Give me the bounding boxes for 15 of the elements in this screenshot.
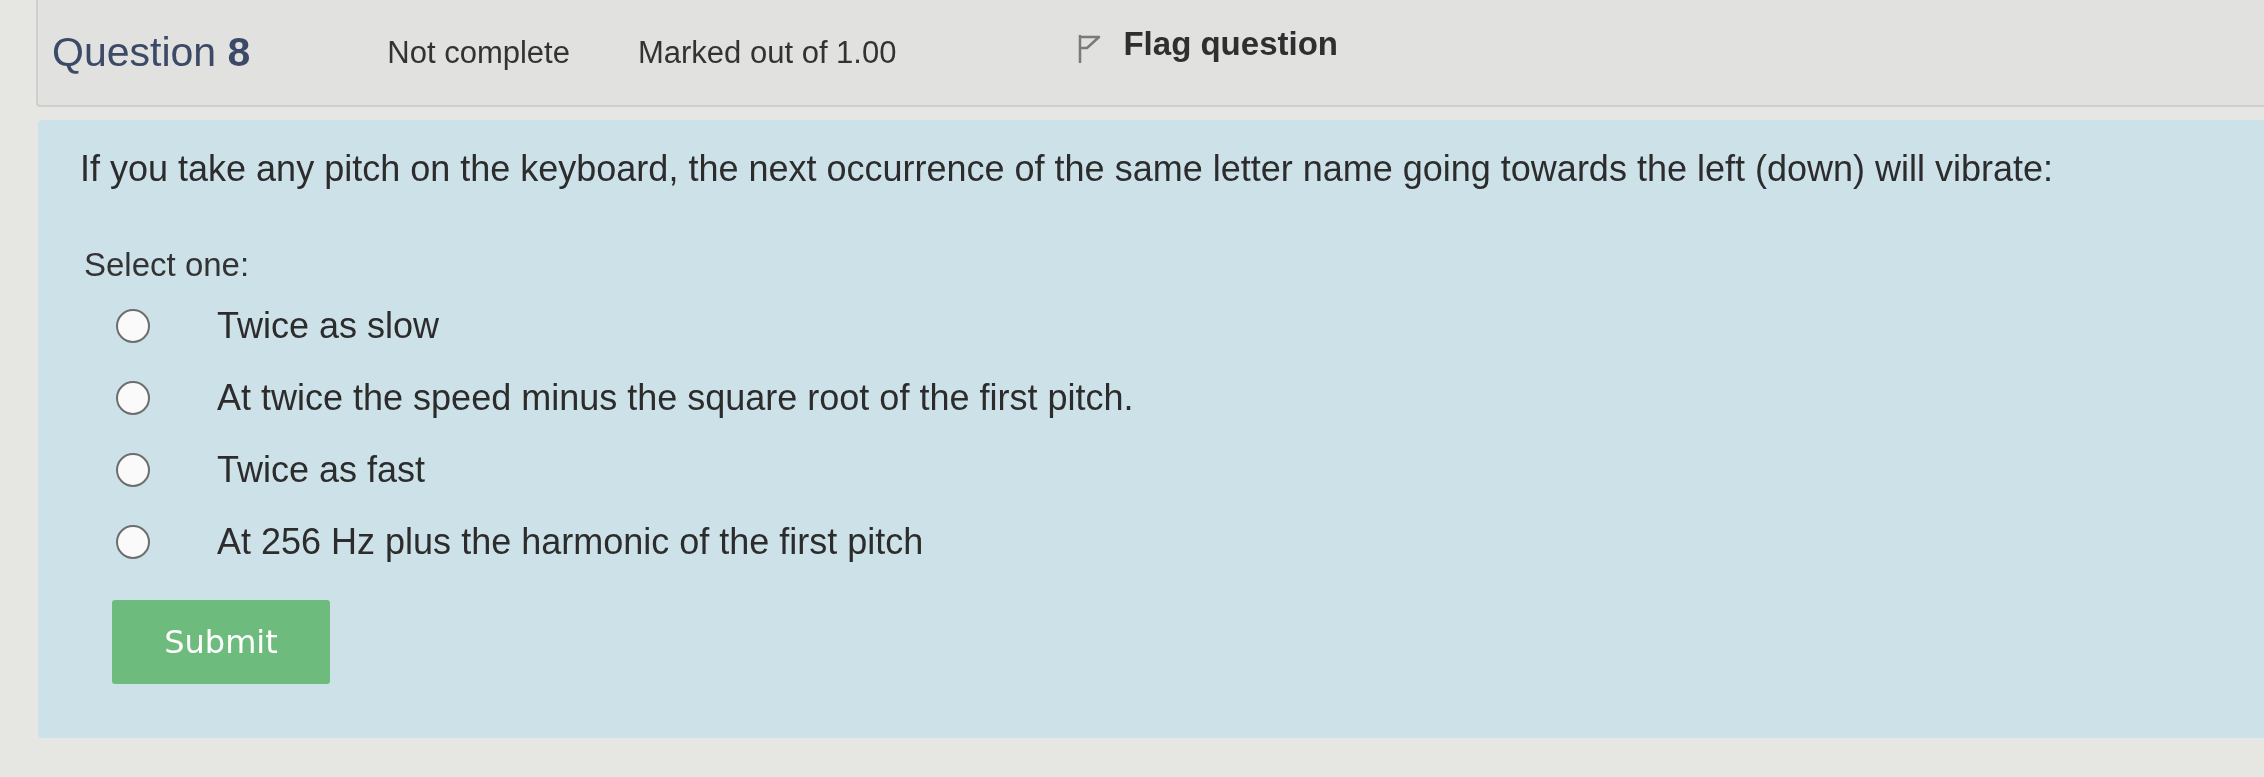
flag-icon[interactable]: [1077, 33, 1102, 64]
flag-question-link[interactable]: Flag question: [1123, 24, 1338, 63]
radio-button[interactable]: [116, 453, 150, 487]
option-label[interactable]: Twice as slow: [217, 305, 440, 347]
option-label[interactable]: At 256 Hz plus the harmonic of the first pitch: [217, 521, 924, 563]
question-text: If you take any pitch on the keyboard, the next occurrence of the same letter name going towards the left (down) will vibrate:: [80, 148, 2055, 190]
option-label[interactable]: Twice as fast: [217, 449, 426, 491]
radio-button[interactable]: [116, 309, 150, 343]
question-status: Not complete: [387, 34, 570, 71]
radio-button[interactable]: [116, 381, 150, 415]
radio-button[interactable]: [116, 525, 150, 559]
question-title: Question 8: [52, 29, 251, 76]
option-label[interactable]: At twice the speed minus the square root of the first pitch.: [217, 377, 1134, 419]
select-prompt: Select one:: [84, 246, 251, 284]
question-mark: Marked out of 1.00: [637, 34, 897, 71]
